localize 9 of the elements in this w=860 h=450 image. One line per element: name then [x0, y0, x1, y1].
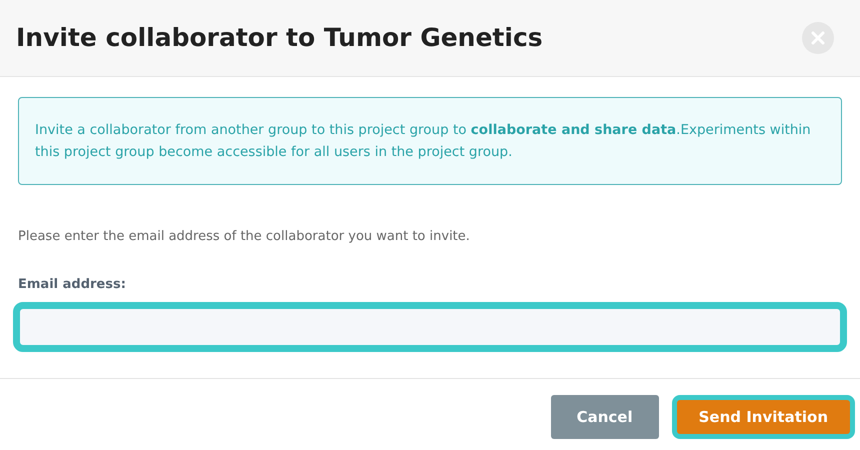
close-button[interactable]: [802, 22, 834, 54]
email-label: Email address:: [18, 276, 127, 294]
email-field[interactable]: [13, 302, 847, 352]
dialog-title: Invite collaborator to Tumor Genetics: [16, 22, 543, 54]
cancel-button[interactable]: Cancel: [550, 395, 659, 439]
description-text: Please enter the email address of the collaborator you want to invite.: [18, 228, 471, 246]
info-text: Invite a collaborator from another group to this project group to collaborate and share data.Experiments within this project group become accessible for all users in the project group.: [35, 121, 812, 162]
close-icon: [811, 31, 825, 45]
send-invitation-button[interactable]: Send Invitation: [676, 400, 850, 434]
